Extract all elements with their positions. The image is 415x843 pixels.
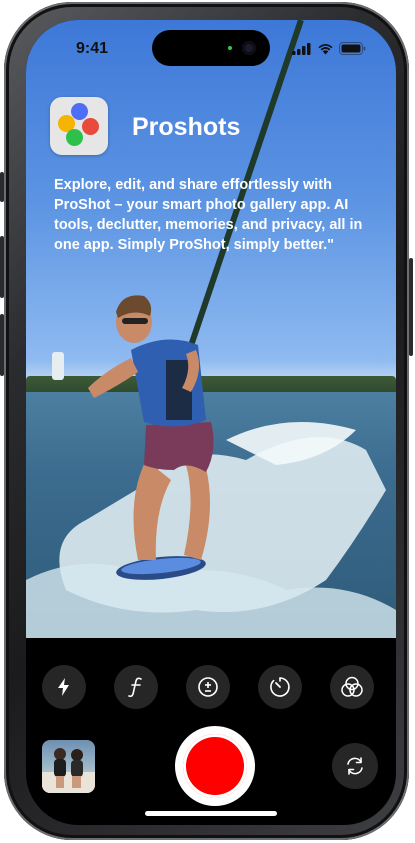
volume-down-button xyxy=(0,314,4,376)
exposure-icon xyxy=(198,677,218,697)
camera-preview[interactable]: 9:41 Proshots Explore, edit, and share e… xyxy=(26,20,396,638)
battery-icon xyxy=(339,42,366,55)
phone-frame: 9:41 Proshots Explore, edit, and share e… xyxy=(0,2,413,840)
action-button xyxy=(0,172,4,202)
status-icons xyxy=(292,42,366,55)
power-button xyxy=(409,258,413,356)
home-indicator[interactable] xyxy=(145,811,277,816)
exposure-button[interactable] xyxy=(186,665,230,709)
app-icon-dot-blue xyxy=(71,103,88,120)
flip-camera-button[interactable] xyxy=(332,743,378,789)
shutter-record-indicator xyxy=(183,734,247,798)
aperture-f-icon xyxy=(128,677,142,698)
camera-indicator-icon xyxy=(228,46,232,50)
dynamic-island xyxy=(152,30,270,66)
wifi-icon xyxy=(318,43,333,54)
app-description: Explore, edit, and share effortlessly wi… xyxy=(54,177,363,253)
front-camera-icon xyxy=(242,41,256,55)
flash-button[interactable] xyxy=(42,665,86,709)
app-icon-dot-red xyxy=(82,118,99,135)
shutter-button[interactable] xyxy=(175,726,255,806)
flash-icon xyxy=(58,678,69,696)
aperture-button[interactable] xyxy=(114,665,158,709)
last-photo-thumbnail[interactable] xyxy=(42,740,95,793)
filters-icon xyxy=(341,676,363,697)
app-title: Proshots xyxy=(132,113,241,141)
phone-screen: 9:41 Proshots Explore, edit, and share e… xyxy=(26,20,396,825)
app-icon-dot-green xyxy=(66,129,83,146)
flip-camera-icon xyxy=(347,757,363,775)
thumbnail-people-image xyxy=(42,748,95,793)
status-time: 9:41 xyxy=(76,40,109,57)
timer-icon xyxy=(270,677,290,697)
volume-up-button xyxy=(0,236,4,298)
app-icon[interactable] xyxy=(50,97,108,155)
cellular-signal-icon xyxy=(292,42,311,55)
timer-button[interactable] xyxy=(258,665,302,709)
filters-button[interactable] xyxy=(330,665,374,709)
